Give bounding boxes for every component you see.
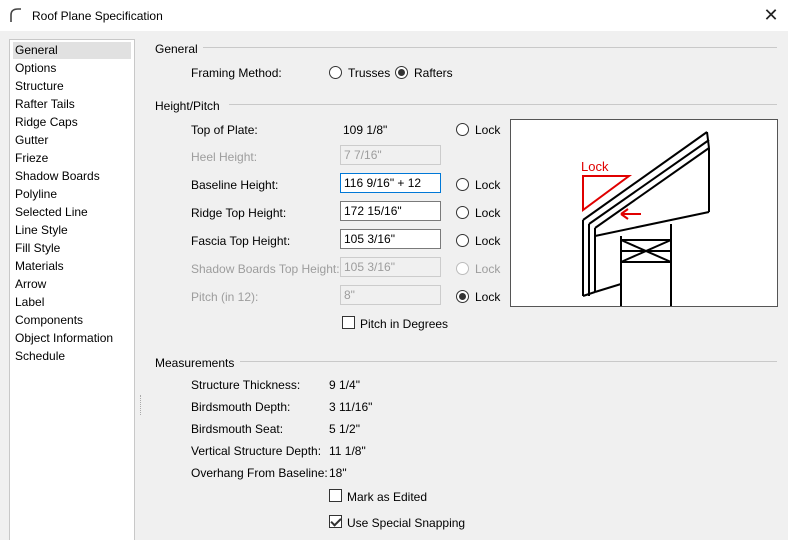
- pitch-in-degrees-label[interactable]: Pitch in Degrees: [360, 317, 448, 331]
- window-title: Roof Plane Specification: [32, 9, 163, 23]
- pitch-lock-label[interactable]: Lock: [475, 290, 500, 304]
- nav-item-components[interactable]: Components: [13, 312, 131, 329]
- structure-thickness-label: Structure Thickness:: [191, 378, 301, 392]
- ridge-top-height-lock-radio[interactable]: [456, 206, 469, 219]
- top-of-plate-lock-label[interactable]: Lock: [475, 123, 500, 137]
- shadow-boards-top-height-label: Shadow Boards Top Height:: [191, 262, 340, 276]
- nav-item-frieze[interactable]: Frieze: [13, 150, 131, 167]
- roof-app-icon: [10, 8, 21, 22]
- baseline-height-lock-label[interactable]: Lock: [475, 178, 500, 192]
- top-of-plate-value: 109 1/8": [343, 123, 388, 137]
- roof-preview-drawing: Lock: [581, 131, 710, 306]
- fascia-top-height-field[interactable]: 105 3/16": [340, 229, 441, 249]
- framing-method-label: Framing Method:: [191, 66, 282, 80]
- section-general-header: General: [155, 42, 198, 56]
- nav-item-arrow[interactable]: Arrow: [13, 276, 131, 293]
- close-icon[interactable]: ✕: [760, 4, 782, 26]
- nav-item-ridge-caps[interactable]: Ridge Caps: [13, 114, 131, 131]
- birdsmouth-seat-value: 5 1/2": [329, 422, 360, 436]
- pitch-label: Pitch (in 12):: [191, 290, 259, 304]
- nav-item-schedule[interactable]: Schedule: [13, 348, 131, 365]
- structure-thickness-value: 9 1/4": [329, 378, 360, 392]
- shadow-boards-lock-radio: [456, 262, 469, 275]
- preview-lock-text: Lock: [581, 159, 609, 174]
- use-special-snapping-label[interactable]: Use Special Snapping: [347, 516, 465, 530]
- nav-item-rafter-tails[interactable]: Rafter Tails: [13, 96, 131, 113]
- panel-splitter[interactable]: [140, 395, 144, 415]
- heel-height-field: 7 7/16": [340, 145, 441, 165]
- nav-item-materials[interactable]: Materials: [13, 258, 131, 275]
- top-of-plate-lock-radio[interactable]: [456, 123, 469, 136]
- shadow-boards-lock-label: Lock: [475, 262, 501, 276]
- baseline-height-label: Baseline Height:: [191, 178, 279, 192]
- mark-as-edited-checkbox[interactable]: [329, 489, 342, 502]
- overhang-from-baseline-value: 18": [329, 466, 347, 480]
- vertical-structure-depth-label: Vertical Structure Depth:: [191, 444, 322, 458]
- nav-item-line-style[interactable]: Line Style: [13, 222, 131, 239]
- nav-item-structure[interactable]: Structure: [13, 78, 131, 95]
- nav-item-object-information[interactable]: Object Information: [13, 330, 131, 347]
- baseline-height-lock-radio[interactable]: [456, 178, 469, 191]
- top-of-plate-label: Top of Plate:: [191, 123, 258, 137]
- shadow-boards-top-height-field: 105 3/16": [340, 257, 441, 277]
- fascia-top-height-lock-label[interactable]: Lock: [475, 234, 500, 248]
- use-special-snapping-checkbox[interactable]: [329, 515, 342, 528]
- trusses-label[interactable]: Trusses: [348, 66, 390, 80]
- mark-as-edited-label[interactable]: Mark as Edited: [347, 490, 427, 504]
- ridge-top-height-field[interactable]: 172 15/16": [340, 201, 441, 221]
- nav-item-general[interactable]: General: [13, 42, 131, 59]
- rafters-label[interactable]: Rafters: [414, 66, 453, 80]
- nav-item-shadow-boards[interactable]: Shadow Boards: [13, 168, 131, 185]
- rafters-radio[interactable]: [395, 66, 408, 79]
- birdsmouth-depth-label: Birdsmouth Depth:: [191, 400, 291, 414]
- ridge-top-height-lock-label[interactable]: Lock: [475, 206, 500, 220]
- pitch-lock-radio[interactable]: [456, 290, 469, 303]
- section-measurements-header: Measurements: [155, 356, 235, 370]
- fascia-top-height-lock-radio[interactable]: [456, 234, 469, 247]
- pitch-in-degrees-checkbox[interactable]: [342, 316, 355, 329]
- pitch-field: 8": [340, 285, 441, 305]
- nav-item-selected-line[interactable]: Selected Line: [13, 204, 131, 221]
- baseline-height-field[interactable]: 116 9/16" + 12: [340, 173, 441, 193]
- section-height-pitch-header: Height/Pitch: [155, 99, 220, 113]
- overhang-from-baseline-label: Overhang From Baseline:: [191, 466, 328, 480]
- heel-height-label: Heel Height:: [191, 150, 258, 164]
- category-list[interactable]: General Options Structure Rafter Tails R…: [9, 39, 135, 540]
- nav-item-gutter[interactable]: Gutter: [13, 132, 131, 149]
- section-divider: [229, 104, 777, 105]
- nav-item-polyline[interactable]: Polyline: [13, 186, 131, 203]
- birdsmouth-depth-value: 3 11/16": [329, 400, 373, 414]
- title-bar: Roof Plane Specification ✕: [0, 0, 788, 31]
- roof-preview-diagram: Lock: [510, 119, 778, 307]
- birdsmouth-seat-label: Birdsmouth Seat:: [191, 422, 284, 436]
- vertical-structure-depth-value: 11 1/8": [329, 444, 366, 458]
- nav-item-fill-style[interactable]: Fill Style: [13, 240, 131, 257]
- fascia-top-height-label: Fascia Top Height:: [191, 234, 291, 248]
- section-divider: [240, 361, 777, 362]
- nav-item-label[interactable]: Label: [13, 294, 131, 311]
- ridge-top-height-label: Ridge Top Height:: [191, 206, 287, 220]
- nav-item-options[interactable]: Options: [13, 60, 131, 77]
- section-divider: [203, 47, 777, 48]
- trusses-radio[interactable]: [329, 66, 342, 79]
